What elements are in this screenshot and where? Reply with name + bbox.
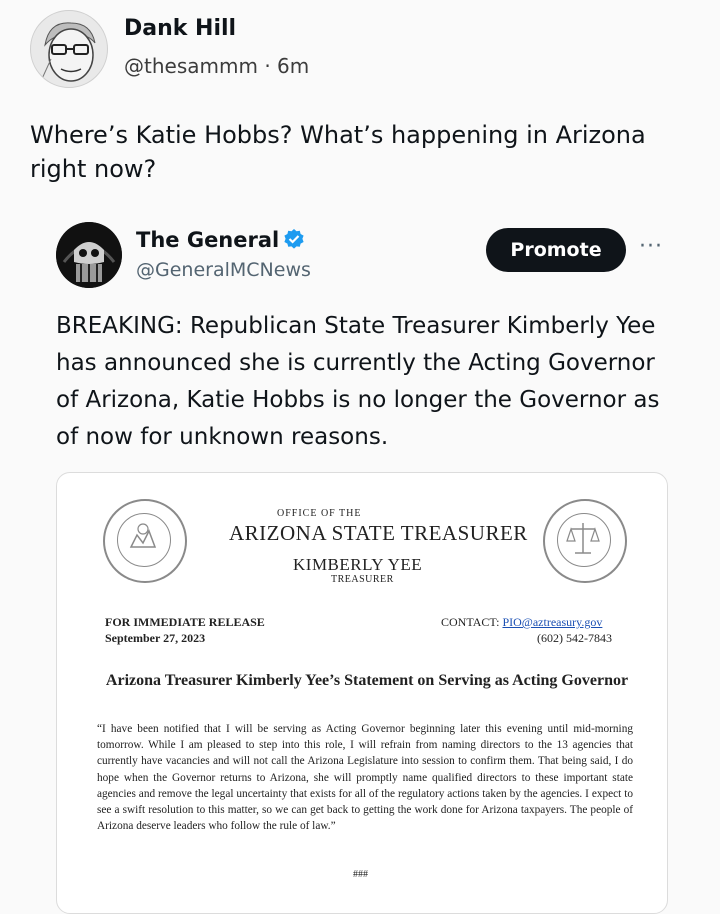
contact-line: CONTACT: PIO@aztreasury.gov — [441, 615, 602, 630]
author-handle[interactable]: @thesammm — [124, 54, 258, 78]
office-title: ARIZONA STATE TREASURER — [229, 521, 528, 545]
quoted-author-handle[interactable]: @GeneralMCNews — [136, 259, 311, 281]
treasurer-title: TREASURER — [331, 574, 394, 585]
press-release-image[interactable]: OFFICE OF THE ARIZONA STATE TREASURER KI… — [56, 472, 668, 914]
author-avatar[interactable] — [30, 10, 108, 88]
arizona-state-seal-icon — [103, 499, 187, 583]
end-mark: ### — [353, 869, 368, 880]
author-name[interactable]: Dank Hill — [124, 16, 236, 41]
quoted-author-avatar[interactable] — [56, 222, 122, 288]
treasurer-seal-icon — [543, 499, 627, 583]
verified-badge-icon — [283, 228, 305, 255]
quoted-author-name-row[interactable]: The General — [136, 228, 305, 255]
contact-email-link[interactable]: PIO@aztreasury.gov — [502, 615, 602, 629]
meta-separator: · — [264, 54, 271, 78]
tweet-timestamp[interactable]: 6m — [277, 54, 309, 78]
cartoon-face-icon — [40, 22, 96, 82]
promote-button[interactable]: Promote — [486, 228, 626, 272]
quoted-author-name[interactable]: The General — [136, 228, 279, 252]
press-release-headline: Arizona Treasurer Kimberly Yee’s Stateme… — [105, 672, 629, 689]
quoted-tweet-text: BREAKING: Republican State Treasurer Kim… — [56, 313, 660, 450]
contact-label: CONTACT: — [441, 615, 500, 629]
press-release-statement: “I have been notified that I will be ser… — [97, 723, 633, 833]
office-of-the-label: OFFICE OF THE — [277, 508, 362, 519]
tweet-text: Where’s Katie Hobbs? What’s happening in… — [30, 121, 646, 183]
treasurer-name: KIMBERLY YEE — [293, 555, 423, 574]
more-options-icon[interactable]: ··· — [639, 234, 663, 259]
skull-logo-icon — [56, 222, 122, 288]
author-meta: @thesammm · 6m — [124, 54, 309, 78]
release-date: September 27, 2023 — [105, 631, 206, 645]
release-label: FOR IMMEDIATE RELEASE — [105, 615, 265, 629]
contact-phone: (602) 542-7843 — [537, 631, 612, 645]
